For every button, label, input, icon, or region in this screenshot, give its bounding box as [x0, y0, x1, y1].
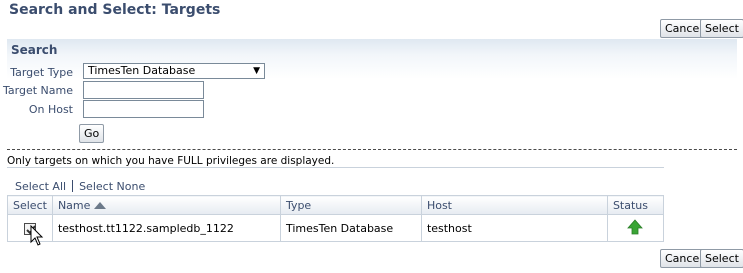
target-type-select[interactable]: TimesTen Database ▼: [83, 63, 265, 79]
row-type: TimesTen Database: [279, 214, 422, 242]
status-up-arrow-icon: [627, 218, 644, 234]
target-name-input[interactable]: [83, 81, 204, 99]
header-name[interactable]: Name: [51, 195, 281, 215]
section-divider: [7, 149, 737, 150]
header-select: Select: [7, 195, 53, 215]
go-button[interactable]: Go: [79, 124, 105, 143]
select-all-link[interactable]: Select All: [15, 180, 66, 193]
link-separator: [72, 180, 74, 192]
search-heading: Search: [11, 43, 58, 57]
note-divider: [7, 167, 664, 168]
selection-links: Select All Select None: [15, 180, 145, 193]
select-none-link[interactable]: Select None: [79, 180, 145, 193]
dropdown-arrow-icon: ▼: [253, 66, 260, 76]
privileges-note: Only targets on which you have FULL priv…: [7, 155, 335, 167]
page-title: Search and Select: Targets: [9, 2, 221, 18]
select-button-bottom[interactable]: Select: [700, 249, 743, 268]
select-button-top[interactable]: Select: [700, 19, 743, 38]
row-name: testhost.tt1122.sampledb_1122: [51, 214, 281, 242]
table-header-row: Select Name Type Host Status: [7, 195, 665, 215]
on-host-input[interactable]: [83, 100, 204, 118]
table-row: testhost.tt1122.sampledb_1122 TimesTen D…: [7, 214, 665, 242]
target-name-label: Target Name: [3, 84, 73, 97]
mouse-pointer-icon: [30, 225, 44, 246]
header-status[interactable]: Status: [606, 195, 665, 215]
sort-ascending-icon: [94, 202, 107, 209]
header-type[interactable]: Type: [279, 195, 422, 215]
row-host: testhost: [420, 214, 608, 242]
target-type-value: TimesTen Database: [88, 64, 196, 77]
on-host-label: On Host: [28, 103, 73, 116]
results-table: Select Name Type Host Status testhost.tt…: [7, 195, 665, 242]
header-host[interactable]: Host: [420, 195, 608, 215]
row-status: [606, 214, 665, 242]
target-type-label: Target Type: [10, 66, 73, 79]
